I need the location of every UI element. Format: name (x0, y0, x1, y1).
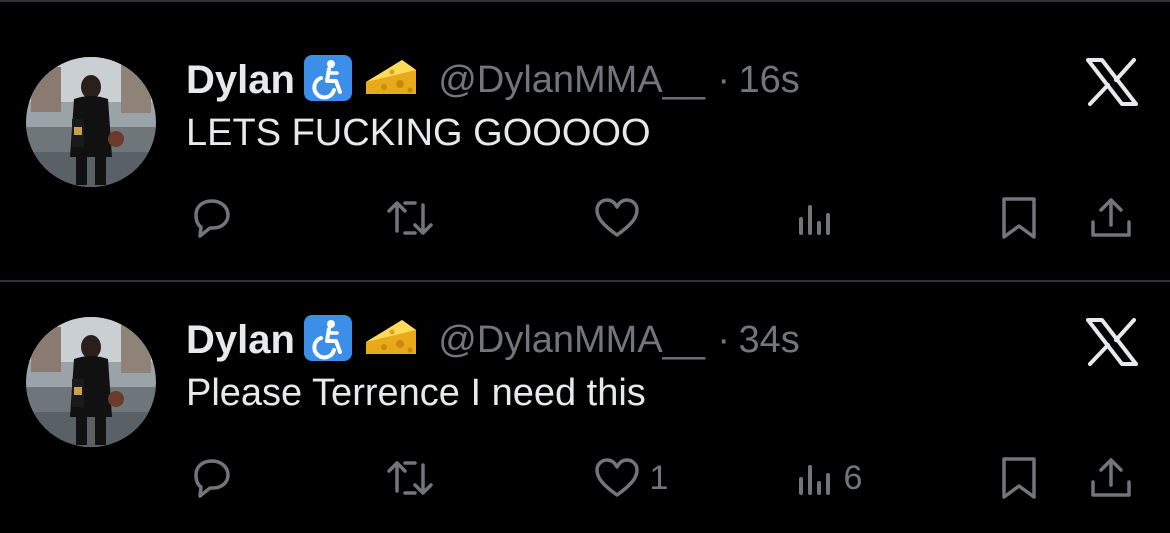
reply-icon (194, 199, 230, 238)
handle[interactable]: @DylanMMA__ (438, 59, 705, 101)
avatar-photo (26, 317, 156, 447)
views-icon (799, 205, 830, 235)
reply-icon (194, 459, 230, 498)
share-icon (1091, 458, 1131, 497)
share-icon (1091, 198, 1131, 237)
cheese-icon (362, 54, 420, 107)
tweet-text: Please Terrence I need this (186, 372, 646, 414)
tweet[interactable]: Dylan @DylanMMA__ · 34s Please Terrence … (0, 262, 1170, 512)
repost-button[interactable] (385, 195, 435, 241)
tweet-text: LETS FUCKING GOOOOO (186, 112, 651, 154)
repost-icon (387, 461, 433, 495)
bookmark-button[interactable] (998, 455, 1040, 501)
views-button[interactable]: 6 (795, 455, 862, 501)
timestamp[interactable]: 34s (739, 319, 800, 361)
heart-icon (595, 198, 639, 237)
repost-icon (387, 201, 433, 235)
tweet-header: Dylan @DylanMMA__ · 34s (186, 314, 800, 364)
display-name[interactable]: Dylan (186, 318, 295, 362)
repost-button[interactable] (385, 455, 435, 501)
bookmark-icon (1002, 197, 1036, 239)
tweet[interactable]: Dylan @DylanMMA__ · 16s LETS FUCKING GOO… (0, 2, 1170, 252)
views-icon (799, 465, 830, 495)
share-button[interactable] (1088, 195, 1134, 241)
like-button[interactable] (593, 195, 645, 241)
bookmark-icon (1002, 457, 1036, 499)
tweet-header: Dylan @DylanMMA__ · 16s (186, 54, 800, 104)
accessibility-icon (303, 54, 353, 107)
avatar[interactable] (26, 317, 156, 447)
share-button[interactable] (1088, 455, 1134, 501)
view-count: 6 (843, 458, 863, 497)
timestamp[interactable]: 16s (739, 59, 800, 101)
cheese-icon (362, 314, 420, 367)
like-button[interactable]: 1 (593, 455, 668, 501)
x-logo-icon (1086, 318, 1138, 366)
views-button[interactable] (795, 195, 839, 241)
reply-button[interactable] (188, 195, 234, 241)
accessibility-icon (303, 314, 353, 367)
heart-icon (595, 458, 639, 497)
like-count: 1 (649, 458, 669, 497)
x-logo-icon (1086, 58, 1138, 106)
avatar[interactable] (26, 57, 156, 187)
bookmark-button[interactable] (998, 195, 1040, 241)
separator-dot: · (717, 59, 731, 101)
display-name[interactable]: Dylan (186, 58, 295, 102)
separator-dot: · (717, 319, 731, 361)
reply-button[interactable] (188, 455, 234, 501)
avatar-photo (26, 57, 156, 187)
handle[interactable]: @DylanMMA__ (438, 319, 705, 361)
